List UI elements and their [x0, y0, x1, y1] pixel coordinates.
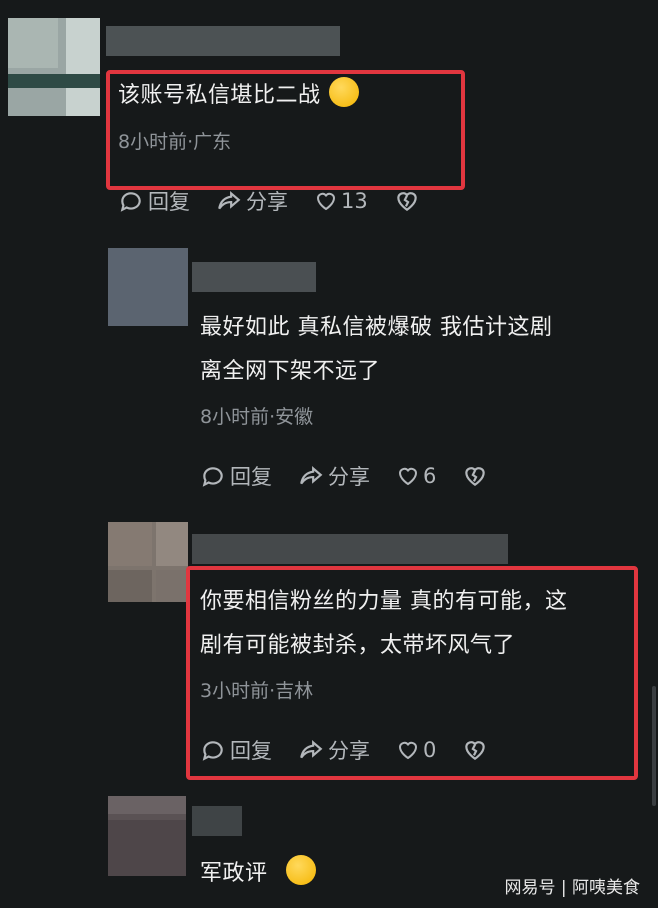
like-button[interactable]: 6 [396, 464, 436, 488]
comment-meta: 8小时前·安徽 [200, 406, 314, 428]
like-count: 6 [423, 464, 437, 488]
comment-text-line: 离全网下架不远了 [200, 359, 381, 384]
share-icon [218, 191, 241, 210]
comment-actions: 回复 分享 6 [200, 461, 492, 491]
share-label: 分享 [328, 465, 370, 489]
username-blurred[interactable] [192, 806, 242, 836]
username-blurred[interactable] [192, 262, 316, 292]
scrollbar[interactable] [652, 686, 656, 806]
reply-button[interactable]: 回复 [200, 461, 272, 491]
share-label: 分享 [246, 190, 288, 214]
broken-heart-icon [396, 192, 417, 211]
username-blurred[interactable] [192, 534, 508, 564]
dislike-button[interactable] [462, 463, 492, 489]
reply-icon [120, 192, 141, 212]
reply-label: 回复 [148, 190, 190, 214]
reply-icon [202, 467, 223, 487]
comment-text-line: 最好如此 真私信被爆破 我估计这剧 [200, 315, 553, 340]
comment-actions: 回复 分享 13 [118, 186, 424, 216]
share-icon [300, 466, 323, 485]
reply-button[interactable]: 回复 [118, 186, 190, 216]
username-blurred[interactable] [106, 26, 340, 56]
comment-text: 最好如此 真私信被爆破 我估计这剧 离全网下架不远了 [200, 306, 553, 394]
avatar[interactable] [108, 248, 188, 326]
share-button[interactable]: 分享 [216, 186, 288, 216]
thinking-emoji-icon [285, 855, 316, 885]
like-count: 13 [341, 189, 368, 213]
dislike-button[interactable] [394, 188, 424, 214]
broken-heart-icon [465, 467, 486, 486]
highlight-box [186, 566, 638, 780]
avatar[interactable] [108, 796, 186, 876]
heart-icon [398, 467, 418, 486]
reply-label: 回复 [230, 465, 272, 489]
avatar[interactable] [108, 522, 188, 602]
watermark: 网易号 | 阿咦美食 [504, 878, 640, 898]
highlight-box [106, 70, 465, 190]
comment-text: 军政评 [200, 852, 316, 896]
comment-text-content: 军政评 [200, 861, 268, 886]
heart-icon [316, 192, 336, 211]
avatar[interactable] [8, 18, 100, 116]
like-button[interactable]: 13 [314, 189, 368, 213]
share-button[interactable]: 分享 [298, 461, 370, 491]
